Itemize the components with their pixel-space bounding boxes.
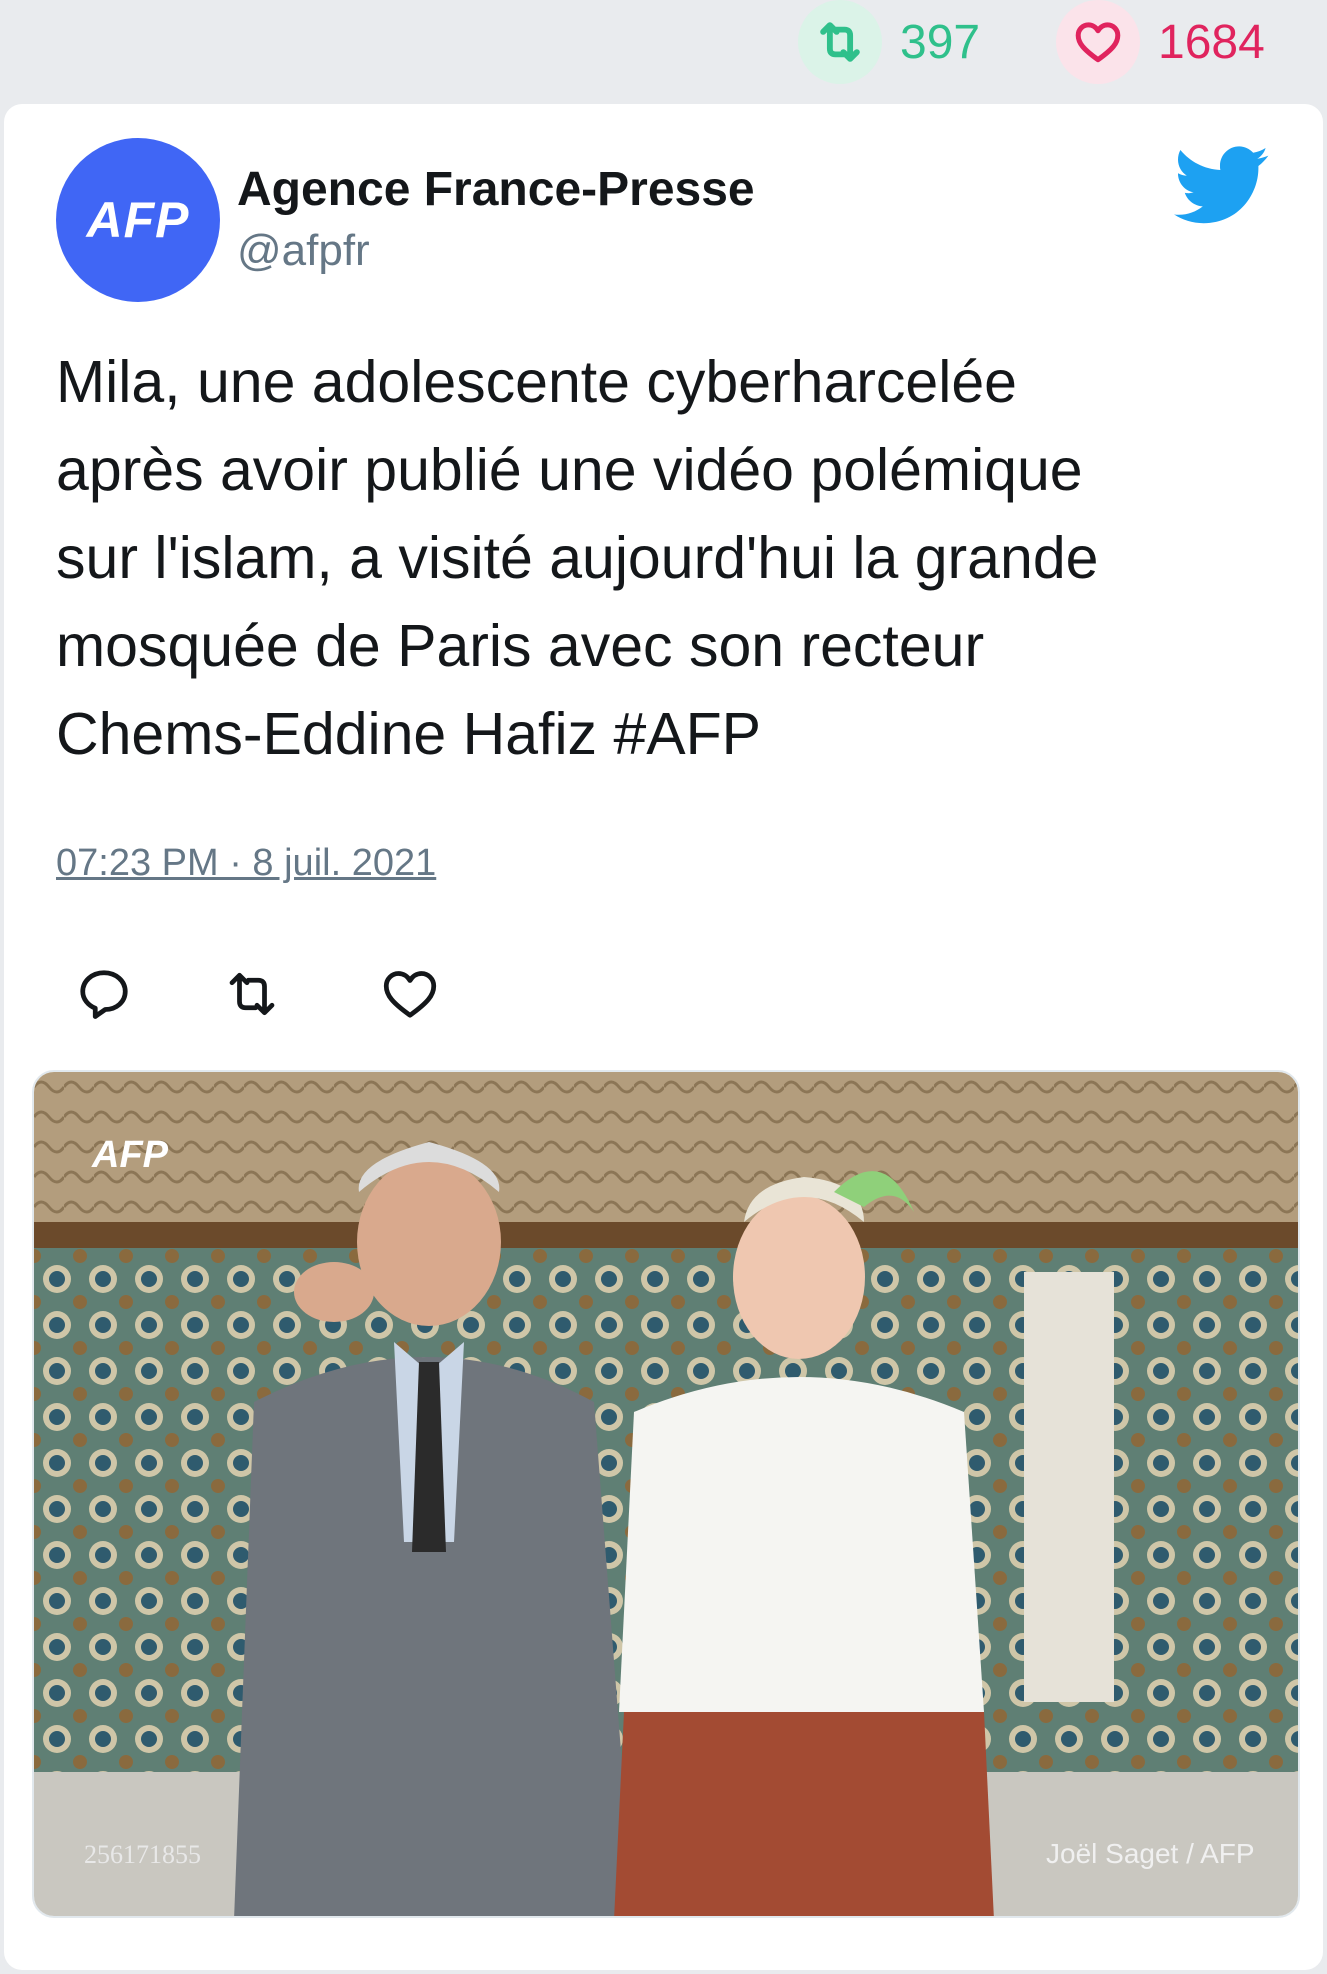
tweet-photo[interactable]: AFP 256171855 Joël Saget / AFP xyxy=(32,1070,1300,1918)
retweet-count-stat[interactable]: 397 xyxy=(798,0,980,84)
avatar-text: AFP xyxy=(86,192,190,248)
author-handle[interactable]: @afpfr xyxy=(237,226,370,276)
photo-credit: Joël Saget / AFP xyxy=(1046,1838,1255,1869)
photo-illustration xyxy=(34,1072,1298,1916)
tweet-line: Mila, une adolescente cyberharcelée xyxy=(56,349,1017,415)
like-count-stat[interactable]: 1684 xyxy=(1056,0,1265,84)
retweet-icon[interactable] xyxy=(222,964,282,1024)
tweet-text: Mila, une adolescente cyberharcelée aprè… xyxy=(56,338,1276,778)
avatar[interactable]: AFP xyxy=(56,138,220,302)
heart-icon[interactable] xyxy=(380,964,440,1024)
photo-id: 256171855 xyxy=(84,1840,201,1869)
tweet-timestamp[interactable]: 07:23 PM · 8 juil. 2021 xyxy=(56,842,436,885)
heart-icon xyxy=(1056,0,1140,84)
tweet-line: Chems-Eddine Hafiz #AFP xyxy=(56,701,762,767)
author-name[interactable]: Agence France-Presse xyxy=(237,162,755,217)
tweet-line: après avoir publié une vidéo polémique xyxy=(56,437,1083,503)
reply-icon[interactable] xyxy=(74,964,134,1024)
twitter-bird-icon[interactable] xyxy=(1174,146,1270,226)
tweet-actions xyxy=(74,964,474,1034)
photo-watermark-logo: AFP xyxy=(92,1134,168,1176)
tweet-line: sur l'islam, a visité aujourd'hui la gra… xyxy=(56,525,1099,591)
tweet-line: mosquée de Paris avec son recteur xyxy=(56,613,985,679)
retweet-icon xyxy=(798,0,882,84)
retweet-count: 397 xyxy=(900,15,981,69)
engagement-bar: 397 1684 xyxy=(0,0,1327,104)
tweet-card: AFP Agence France-Presse @afpfr Mila, un… xyxy=(4,104,1323,1970)
like-count: 1684 xyxy=(1158,15,1265,69)
